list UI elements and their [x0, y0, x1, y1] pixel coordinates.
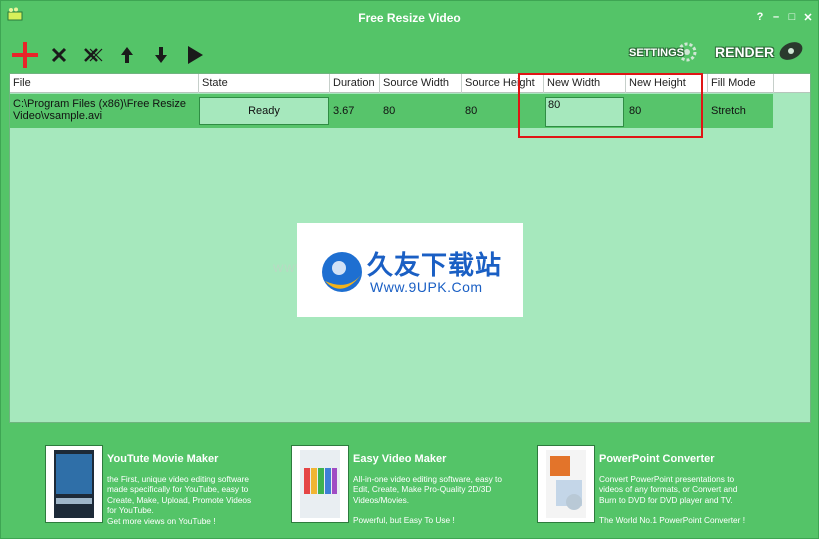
promo-desc-line: Burn to DVD for DVD player and TV. — [599, 494, 733, 505]
promo-description: Convert PowerPoint presentations to vide… — [599, 474, 769, 526]
column-header-file[interactable]: File — [10, 74, 199, 93]
promo-desc-line: Get more views on YouTube ! — [107, 515, 216, 526]
promo-title[interactable]: YouTute Movie Maker — [107, 453, 218, 465]
state-cell: Ready — [199, 97, 329, 125]
watermark-globe-icon — [322, 252, 362, 292]
promo-description: the First, unique video editing software… — [107, 474, 277, 526]
source-height-cell: 80 — [465, 105, 478, 117]
app-window: Free Resize Video ? – □ ✕ SETTINGS RENDE… — [0, 0, 819, 539]
render-label: RENDER — [715, 44, 775, 60]
promo-bar: YouTute Movie Maker the First, unique vi… — [1, 441, 818, 537]
promo-title[interactable]: Easy Video Maker — [353, 453, 446, 465]
annotation-highlight-box — [518, 73, 703, 138]
title-bar: Free Resize Video ? – □ ✕ — [1, 1, 818, 31]
promo-desc-line — [353, 505, 523, 515]
watermark-cn-text: 久友下载站 — [367, 251, 503, 281]
settings-label: SETTINGS — [629, 47, 685, 59]
move-up-icon — [121, 47, 133, 63]
promo-desc-line: made specifically for YouTube, easy to — [107, 484, 249, 495]
promo-youtube-movie-maker[interactable]: YouTute Movie Maker the First, unique vi… — [45, 445, 285, 526]
settings-button[interactable]: SETTINGS — [627, 41, 701, 65]
minimize-button[interactable]: – — [770, 11, 782, 24]
add-button[interactable] — [9, 40, 41, 70]
maximize-button[interactable]: □ — [786, 11, 798, 24]
promo-desc-line: videos of any formats, or Convert and — [599, 484, 738, 495]
duration-cell: 3.67 — [333, 105, 355, 117]
clear-all-icon — [84, 48, 103, 62]
close-button[interactable]: ✕ — [802, 11, 814, 24]
column-header-fill-mode[interactable]: Fill Mode — [708, 74, 774, 93]
remove-icon — [51, 47, 67, 63]
column-header-state[interactable]: State — [199, 74, 330, 93]
promo-title[interactable]: PowerPoint Converter — [599, 453, 715, 465]
render-button[interactable]: RENDER — [711, 39, 805, 65]
youtube-movie-maker-box-image[interactable] — [45, 445, 103, 523]
promo-desc-line: Powerful, but Easy To Use ! — [353, 515, 455, 526]
promo-desc-line: Videos/Movies. — [353, 494, 410, 505]
powerpoint-converter-box-image[interactable] — [537, 445, 595, 523]
promo-desc-line — [599, 505, 769, 515]
watermark-url-text: Www.9UPK.Com — [370, 279, 483, 295]
move-up-button[interactable] — [111, 40, 143, 70]
promo-desc-line: for YouTube. — [107, 505, 154, 516]
file-path-cell: C:\Program Files (x86)\Free Resize Video… — [13, 98, 186, 122]
help-button[interactable]: ? — [754, 11, 766, 24]
fill-mode-cell[interactable]: Stretch — [711, 94, 746, 128]
add-icon — [12, 42, 38, 68]
remove-button[interactable] — [43, 40, 75, 70]
promo-desc-line: the First, unique video editing software — [107, 474, 250, 484]
promo-easy-video-maker[interactable]: Easy Video Maker All-in-one video editin… — [291, 445, 531, 525]
promo-desc-line: Create, Make, Upload, Promote Videos — [107, 494, 252, 505]
easy-video-maker-box-image[interactable] — [291, 445, 349, 523]
column-header-source-width[interactable]: Source Width — [380, 74, 462, 93]
clear-all-button[interactable] — [77, 40, 109, 70]
play-icon — [188, 46, 203, 64]
promo-desc-line: Edit, Create, Make Pro-Quality 2D/3D — [353, 484, 492, 495]
promo-description: All-in-one video editing software, easy … — [353, 474, 523, 526]
play-button[interactable] — [179, 40, 211, 70]
move-down-icon — [155, 47, 167, 63]
promo-powerpoint-converter[interactable]: PowerPoint Converter Convert PowerPoint … — [537, 445, 777, 525]
promo-desc-line: Convert PowerPoint presentations to — [599, 474, 735, 484]
window-controls: ? – □ ✕ — [754, 11, 814, 24]
window-title: Free Resize Video — [358, 11, 461, 25]
toolbar — [9, 39, 211, 71]
column-header-duration[interactable]: Duration — [330, 74, 380, 93]
promo-desc-line: The World No.1 PowerPoint Converter ! — [599, 515, 746, 526]
move-down-button[interactable] — [145, 40, 177, 70]
source-width-cell: 80 — [383, 105, 396, 117]
watermark-logo: 久友下载站 Www.9UPK.Com — [297, 223, 523, 317]
promo-desc-line: All-in-one video editing software, easy … — [353, 474, 502, 484]
